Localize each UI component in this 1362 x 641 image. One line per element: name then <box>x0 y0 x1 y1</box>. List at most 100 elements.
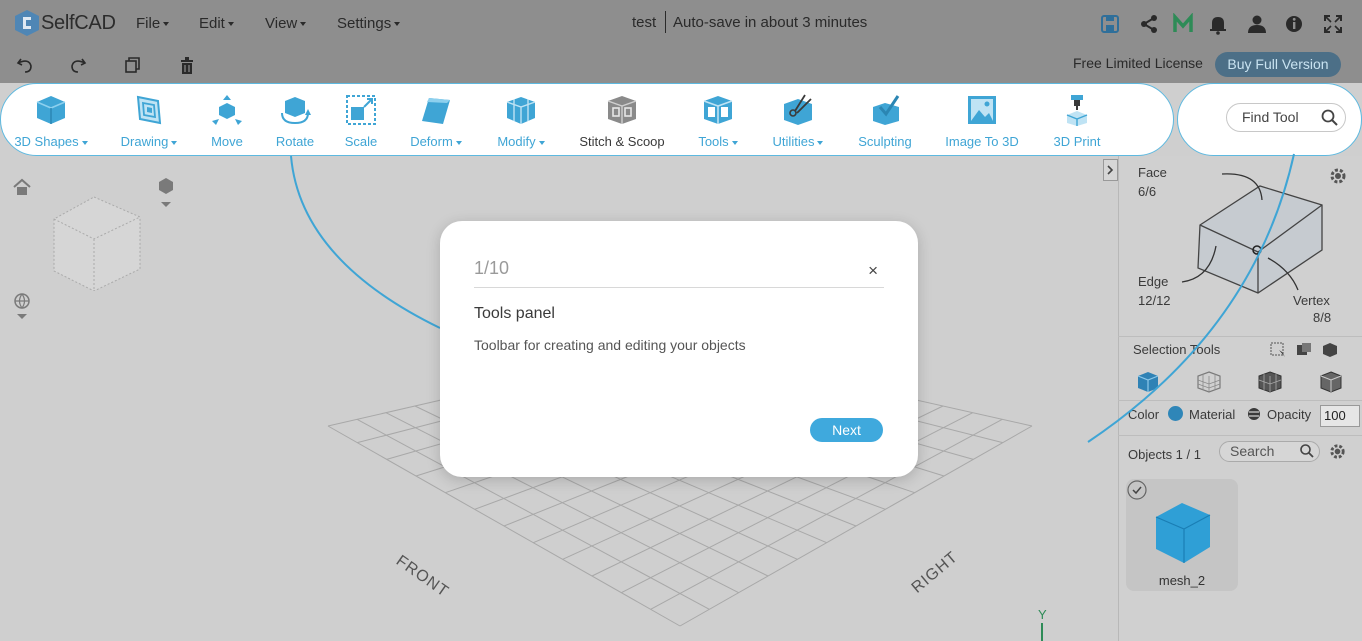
menu-edit-label: Edit <box>199 15 225 32</box>
tool-label: Deform <box>410 134 453 149</box>
menu-view-label: View <box>265 15 298 32</box>
menu-settings[interactable]: Settings <box>337 15 401 32</box>
tool-image-to-3d[interactable]: Image To 3D <box>933 84 1031 157</box>
tool-label: 3D Shapes <box>14 134 79 149</box>
y-axis-label: Y <box>1038 607 1047 622</box>
material-label[interactable]: Material <box>1189 407 1235 422</box>
mode-face-icon[interactable] <box>1196 370 1222 394</box>
license-status: Free Limited License <box>1073 55 1203 71</box>
tool-label: Utilities <box>772 134 815 149</box>
close-icon[interactable]: × <box>868 261 878 281</box>
search-icon[interactable] <box>1299 443 1315 459</box>
tool-rotate[interactable]: Rotate <box>265 84 325 157</box>
menu-file[interactable]: File <box>136 15 170 32</box>
tool-utilities[interactable]: Utilities <box>759 84 837 157</box>
selfcad-logo-icon <box>15 10 39 36</box>
menu-view[interactable]: View <box>265 15 307 32</box>
tool-tools[interactable]: Tools <box>687 84 749 157</box>
mode-vertex-icon[interactable] <box>1319 370 1343 394</box>
bell-icon[interactable] <box>1207 13 1229 35</box>
tour-dialog: 1/10 × Tools panel Toolbar for creating … <box>440 221 918 477</box>
vertex-count: 8/8 <box>1313 310 1332 325</box>
tour-description: Toolbar for creating and editing your ob… <box>474 337 746 353</box>
tool-sculpting[interactable]: Sculpting <box>849 84 921 157</box>
sculpting-icon <box>873 95 900 125</box>
share-icon[interactable] <box>1138 13 1160 35</box>
face-count: 6/6 <box>1138 184 1157 199</box>
objects-count: Objects 1 / 1 <box>1128 447 1201 462</box>
edge-label: Edge <box>1138 274 1169 289</box>
copy-icon[interactable] <box>122 55 142 75</box>
face-label: Face <box>1138 165 1167 180</box>
rotate-icon <box>281 97 311 125</box>
tool-drawing[interactable]: Drawing <box>109 84 189 157</box>
image-to-3d-icon <box>968 96 996 124</box>
info-icon[interactable] <box>1283 13 1305 35</box>
next-button[interactable]: Next <box>810 418 883 442</box>
modify-icon <box>506 97 536 124</box>
myminifactory-icon[interactable] <box>1172 13 1194 35</box>
opacity-label: Opacity <box>1267 407 1312 422</box>
cube-icon <box>36 96 66 124</box>
save-icon[interactable] <box>1099 13 1121 35</box>
chevron-down-icon <box>300 22 307 27</box>
tool-label: Sculpting <box>858 134 912 149</box>
y-axis-line <box>1041 623 1043 641</box>
tool-3d-shapes[interactable]: 3D Shapes <box>5 84 97 157</box>
color-swatch[interactable] <box>1168 406 1183 421</box>
tools-panel: 3D Shapes Drawing Move Rotate Scale Defo… <box>0 83 1174 156</box>
globe-icon[interactable] <box>12 292 32 322</box>
object-card[interactable]: mesh_2 <box>1126 479 1238 591</box>
camera-view-icon[interactable] <box>156 176 176 210</box>
tour-step-counter: 1/10 <box>474 258 510 278</box>
select-arrow-icon[interactable] <box>1270 342 1288 358</box>
app-logo[interactable]: SelfCAD <box>14 9 116 37</box>
tool-stitch-scoop[interactable]: Stitch & Scoop <box>569 84 675 157</box>
mode-object-icon[interactable] <box>1136 370 1160 394</box>
tool-3d-print[interactable]: 3D Print <box>1041 84 1113 157</box>
fullscreen-icon[interactable] <box>1322 13 1344 35</box>
menu-edit[interactable]: Edit <box>199 15 234 32</box>
tool-scale[interactable]: Scale <box>331 84 391 157</box>
select-faces-icon[interactable] <box>1295 341 1313 359</box>
menu-file-label: File <box>136 15 161 32</box>
delete-icon[interactable] <box>177 55 197 75</box>
selection-tools-label: Selection Tools <box>1133 342 1221 357</box>
chevron-down-icon <box>171 140 178 145</box>
material-icon[interactable] <box>1246 406 1262 422</box>
undo-icon[interactable] <box>15 55 35 75</box>
view-cube[interactable] <box>50 191 145 291</box>
search-icon[interactable] <box>1320 108 1340 128</box>
3d-print-icon <box>1066 95 1088 126</box>
color-label: Color <box>1128 407 1160 422</box>
selection-cube-diagram <box>1181 173 1323 294</box>
buy-full-version-button[interactable]: Buy Full Version <box>1215 52 1341 77</box>
title-divider <box>665 11 666 33</box>
chevron-down-icon <box>394 22 401 27</box>
document-title[interactable]: test <box>632 14 656 31</box>
tool-label: 3D Print <box>1053 134 1101 149</box>
chevron-down-icon <box>538 140 545 145</box>
collapse-panel-icon[interactable] <box>1103 159 1118 181</box>
tool-modify[interactable]: Modify <box>485 84 557 157</box>
tool-move[interactable]: Move <box>197 84 257 157</box>
select-object-icon[interactable] <box>1321 341 1339 359</box>
mode-edge-icon[interactable] <box>1257 370 1283 394</box>
tool-deform[interactable]: Deform <box>397 84 475 157</box>
scale-icon <box>346 95 376 125</box>
stitch-scoop-icon <box>607 96 637 124</box>
home-icon[interactable] <box>12 178 32 196</box>
divider <box>474 287 884 288</box>
tool-label: Move <box>211 134 243 149</box>
chevron-down-icon <box>227 22 234 27</box>
move-icon <box>212 95 242 125</box>
chevron-down-icon <box>163 22 170 27</box>
opacity-input[interactable]: 100 <box>1320 405 1360 427</box>
chevron-down-icon <box>81 140 88 145</box>
user-icon[interactable] <box>1246 13 1268 35</box>
gear-icon[interactable] <box>1328 442 1347 461</box>
utilities-icon <box>784 94 812 125</box>
redo-icon[interactable] <box>68 55 88 75</box>
object-name: mesh_2 <box>1158 573 1206 588</box>
tool-label: Tools <box>698 134 729 149</box>
